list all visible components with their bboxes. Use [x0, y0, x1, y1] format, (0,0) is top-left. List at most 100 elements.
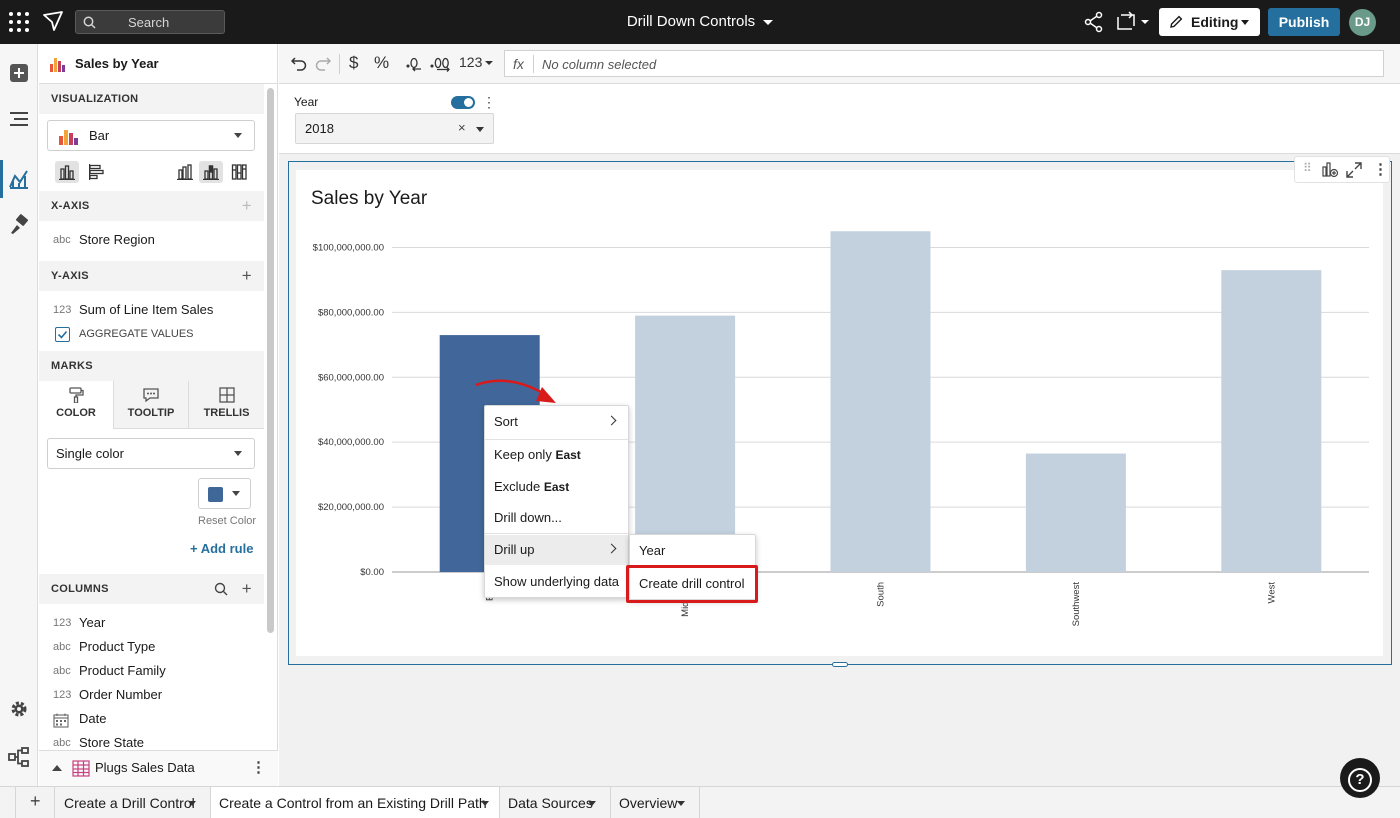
editing-label: Editing [1191, 14, 1239, 30]
editing-mode-button[interactable]: Editing [1159, 8, 1260, 36]
aggregate-values-label: AGGREGATE VALUES [79, 328, 194, 340]
add-y-axis-icon[interactable]: + [242, 266, 252, 286]
vertical-bars-button[interactable] [55, 161, 79, 183]
menu-item-keep-only[interactable]: Keep only East [485, 440, 628, 470]
add-element-icon[interactable] [8, 62, 30, 84]
y-axis-field[interactable]: 123 Sum of Line Item Sales [51, 302, 251, 322]
properties-panel: Sales by Year VISUALIZATION Bar X-AXIS +… [39, 44, 278, 786]
page-tab[interactable]: Overview [611, 787, 700, 818]
year-control-label: Year [294, 95, 319, 109]
color-mode-select[interactable]: Single color [47, 438, 255, 469]
expand-icon[interactable] [1345, 161, 1363, 179]
sync-icon[interactable] [1114, 11, 1138, 33]
field-type-label: abc [53, 737, 71, 748]
column-item[interactable]: 123 Year [51, 615, 251, 635]
marks-tab-tooltip[interactable]: TOOLTIP [113, 381, 188, 429]
page-tab[interactable]: Create a Drill Control [56, 787, 211, 818]
field-type-label: abc [53, 665, 71, 677]
resize-handle[interactable] [832, 662, 848, 667]
x-tick-label: South [876, 582, 887, 607]
add-rule-link[interactable]: + Add rule [190, 541, 253, 556]
y-axis-header-label: Y-AXIS [51, 270, 89, 282]
source-more-icon[interactable]: ⋮ [251, 758, 266, 776]
grouped-bars-button[interactable] [173, 161, 197, 183]
publish-button[interactable]: Publish [1268, 8, 1340, 36]
page-tab[interactable]: Data Sources [500, 787, 611, 818]
marks-tab-label: COLOR [56, 407, 96, 419]
reset-color-link[interactable]: Reset Color [198, 515, 256, 527]
year-control-select[interactable]: 2018 × [295, 113, 494, 144]
aggregate-values-checkbox[interactable] [55, 327, 70, 342]
add-column-icon[interactable]: + [242, 579, 252, 599]
bar[interactable] [830, 231, 931, 572]
chevron-down-icon[interactable] [677, 801, 685, 806]
user-avatar[interactable]: DJ [1349, 9, 1376, 36]
marks-tab-color[interactable]: COLOR [39, 381, 113, 429]
viz-type-select[interactable]: Bar [47, 120, 255, 151]
element-list-icon[interactable] [8, 108, 30, 130]
horizontal-bars-button[interactable] [85, 161, 109, 183]
column-item[interactable]: abc Store State [51, 735, 251, 748]
chevron-right-icon [606, 543, 617, 554]
column-item[interactable]: abc Product Type [51, 639, 251, 659]
columns-header-label: COLUMNS [51, 583, 109, 595]
field-name: Store Region [79, 232, 155, 247]
submenu-item-year[interactable]: Year [630, 536, 755, 566]
sync-menu-chevron-icon[interactable] [1141, 20, 1149, 24]
help-button[interactable]: ? [1340, 758, 1380, 798]
stacked-bars-button[interactable] [199, 161, 223, 183]
menu-item-exclude[interactable]: Exclude East [485, 472, 628, 502]
plus-icon: + [30, 791, 41, 811]
y-tick-label: $100,000,000.00 [313, 242, 384, 253]
menu-item-show-underlying-data[interactable]: Show underlying data [485, 567, 628, 597]
number-format-label: 123 [459, 54, 483, 70]
chevron-down-icon[interactable] [588, 801, 596, 806]
currency-format-button[interactable]: $ [349, 53, 358, 73]
y-tick-label: $40,000,000.00 [318, 437, 384, 448]
data-source-footer[interactable]: Plugs Sales Data ⋮ [39, 750, 278, 786]
column-item[interactable]: 123 Order Number [51, 687, 251, 707]
decrease-decimal-icon[interactable] [405, 54, 423, 72]
number-format-button[interactable]: 123 [459, 54, 494, 70]
column-item[interactable]: Date [51, 711, 251, 731]
control-more-icon[interactable]: ⋮ [482, 94, 496, 111]
chevron-down-icon[interactable] [481, 801, 489, 806]
column-item[interactable]: abc Product Family [51, 663, 251, 683]
add-x-axis-icon[interactable]: + [242, 196, 252, 216]
formula-bar[interactable]: fx No column selected [504, 50, 1384, 77]
page-tab[interactable]: Create a Control from an Existing Drill … [211, 787, 500, 818]
color-swatch-picker[interactable] [198, 478, 251, 509]
add-page-button[interactable]: + [15, 787, 55, 818]
stacked-100-bars-button[interactable] [227, 161, 251, 183]
increase-decimal-icon[interactable] [430, 54, 452, 72]
bar[interactable] [1025, 453, 1126, 572]
chart-more-icon[interactable]: ⋮ [1373, 160, 1388, 178]
y-axis-section-header: Y-AXIS + [39, 261, 264, 291]
bar[interactable] [1221, 270, 1322, 572]
clear-icon[interactable]: × [458, 120, 466, 135]
drill-anywhere-icon[interactable] [1321, 161, 1339, 179]
search-icon[interactable] [214, 582, 228, 596]
settings-gear-icon[interactable] [8, 698, 30, 720]
drag-handle-icon[interactable]: ⠿ [1303, 161, 1312, 175]
undo-icon[interactable] [291, 54, 307, 72]
format-brush-icon[interactable] [8, 214, 30, 236]
menu-item-label: Sort [494, 414, 518, 429]
percent-format-button[interactable]: % [374, 53, 389, 73]
bar-chart[interactable]: $0.00 $20,000,000.00 $40,000,000.00 $60,000… [296, 170, 1383, 656]
menu-item-drill-up[interactable]: Drill up [485, 535, 628, 565]
year-control-toggle[interactable] [451, 96, 475, 109]
x-axis-field[interactable]: abc Store Region [51, 232, 251, 252]
chevron-down-icon[interactable] [188, 801, 196, 806]
panel-scrollbar[interactable] [267, 88, 274, 633]
element-properties-icon[interactable] [8, 168, 30, 190]
bar-chart-icon [49, 56, 67, 72]
redo-icon[interactable] [315, 54, 331, 72]
chevron-up-icon[interactable] [52, 765, 62, 771]
menu-item-label: Year [639, 543, 666, 558]
menu-item-drill-down[interactable]: Drill down... [485, 503, 628, 533]
share-icon[interactable] [1084, 11, 1104, 33]
marks-tab-trellis[interactable]: TRELLIS [188, 381, 264, 429]
column-name: Product Family [79, 663, 166, 678]
lineage-icon[interactable] [8, 746, 30, 768]
